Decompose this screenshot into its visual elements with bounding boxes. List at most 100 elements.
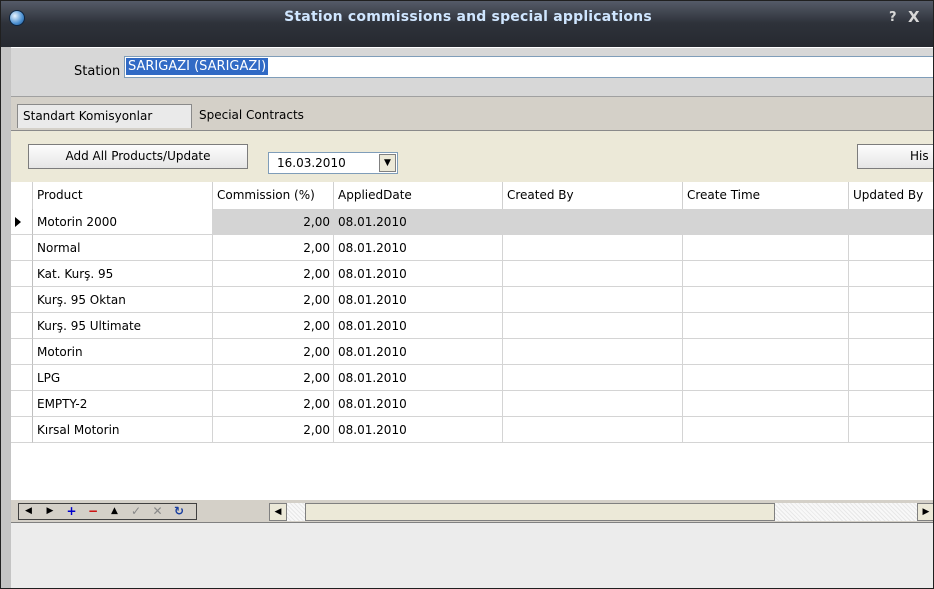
cell-create-time[interactable] — [683, 209, 849, 235]
cell-created-by[interactable] — [503, 313, 683, 339]
cell-commission[interactable]: 2,00 — [213, 313, 334, 339]
nav-post-icon[interactable]: ✓ — [129, 504, 144, 519]
col-header-updated-by[interactable]: Updated By — [849, 182, 933, 209]
table-row[interactable]: LPG 2,00 08.01.2010 — [11, 365, 933, 391]
col-header-commission[interactable]: Commission (%) — [213, 182, 334, 209]
cell-product[interactable]: Normal — [33, 235, 213, 261]
table-row[interactable]: Kurş. 95 Oktan 2,00 08.01.2010 — [11, 287, 933, 313]
station-input[interactable]: SARIGAZI (SARIGAZI) — [124, 56, 933, 78]
cell-create-time[interactable] — [683, 313, 849, 339]
cell-created-by[interactable] — [503, 209, 683, 235]
cell-created-by[interactable] — [503, 235, 683, 261]
add-all-products-button[interactable]: Add All Products/Update — [28, 144, 248, 169]
cell-product[interactable]: Kat. Kurş. 95 — [33, 261, 213, 287]
commission-grid[interactable]: Product Commission (%) AppliedDate Creat… — [11, 182, 933, 500]
cell-create-time[interactable] — [683, 287, 849, 313]
table-row[interactable]: Kırsal Motorin 2,00 08.01.2010 — [11, 417, 933, 443]
table-row[interactable]: Motorin 2,00 08.01.2010 — [11, 339, 933, 365]
cell-create-time[interactable] — [683, 391, 849, 417]
cell-created-by[interactable] — [503, 417, 683, 443]
cell-create-time[interactable] — [683, 261, 849, 287]
row-indicator[interactable] — [11, 365, 33, 391]
date-picker[interactable]: 16.03.2010 ▼ — [268, 152, 398, 174]
nav-insert-icon[interactable]: + — [64, 504, 79, 519]
cell-commission[interactable]: 2,00 — [213, 287, 334, 313]
cell-applied-date[interactable]: 08.01.2010 — [334, 261, 503, 287]
cell-commission[interactable]: 2,00 — [213, 417, 334, 443]
row-indicator[interactable] — [11, 391, 33, 417]
horizontal-scrollbar[interactable]: ◀ ▶ — [269, 503, 933, 521]
col-header-product[interactable]: Product — [33, 182, 213, 209]
nav-next-icon[interactable]: ▶ — [43, 504, 58, 519]
row-indicator[interactable] — [11, 261, 33, 287]
table-row[interactable]: Normal 2,00 08.01.2010 — [11, 235, 933, 261]
cell-updated-by[interactable] — [849, 313, 933, 339]
cell-applied-date[interactable]: 08.01.2010 — [334, 287, 503, 313]
row-indicator[interactable] — [11, 417, 33, 443]
nav-edit-icon[interactable]: ▲ — [107, 504, 122, 519]
cell-create-time[interactable] — [683, 235, 849, 261]
cell-applied-date[interactable]: 08.01.2010 — [334, 209, 503, 235]
row-indicator[interactable] — [11, 287, 33, 313]
tab-special-contracts[interactable]: Special Contracts — [194, 104, 309, 126]
cell-created-by[interactable] — [503, 287, 683, 313]
row-indicator[interactable] — [11, 313, 33, 339]
table-row[interactable]: Kat. Kurş. 95 2,00 08.01.2010 — [11, 261, 933, 287]
cell-product[interactable]: LPG — [33, 365, 213, 391]
cell-create-time[interactable] — [683, 365, 849, 391]
table-row[interactable]: EMPTY-2 2,00 08.01.2010 — [11, 391, 933, 417]
cell-updated-by[interactable] — [849, 365, 933, 391]
nav-delete-icon[interactable]: − — [86, 504, 101, 519]
close-button[interactable]: X — [908, 8, 920, 26]
cell-created-by[interactable] — [503, 391, 683, 417]
cell-applied-date[interactable]: 08.01.2010 — [334, 417, 503, 443]
cell-updated-by[interactable] — [849, 417, 933, 443]
table-row[interactable]: Kurş. 95 Ultimate 2,00 08.01.2010 — [11, 313, 933, 339]
scroll-left-icon[interactable]: ◀ — [269, 503, 287, 521]
col-header-applied-date[interactable]: AppliedDate — [334, 182, 503, 209]
nav-refresh-icon[interactable]: ↻ — [172, 504, 187, 519]
table-row[interactable]: Motorin 2000 2,00 08.01.2010 — [11, 209, 933, 235]
nav-prior-icon[interactable]: ◀ — [21, 504, 36, 519]
cell-product[interactable]: EMPTY-2 — [33, 391, 213, 417]
cell-commission[interactable]: 2,00 — [213, 261, 334, 287]
cell-updated-by[interactable] — [849, 391, 933, 417]
cell-applied-date[interactable]: 08.01.2010 — [334, 339, 503, 365]
cell-created-by[interactable] — [503, 339, 683, 365]
cell-product[interactable]: Motorin 2000 — [33, 209, 213, 235]
cell-applied-date[interactable]: 08.01.2010 — [334, 365, 503, 391]
cell-created-by[interactable] — [503, 365, 683, 391]
history-button[interactable]: His — [857, 144, 933, 169]
cell-create-time[interactable] — [683, 417, 849, 443]
cell-updated-by[interactable] — [849, 339, 933, 365]
cell-product[interactable]: Kurş. 95 Ultimate — [33, 313, 213, 339]
cell-commission[interactable]: 2,00 — [213, 391, 334, 417]
cell-product[interactable]: Kurş. 95 Oktan — [33, 287, 213, 313]
cell-product[interactable]: Kırsal Motorin — [33, 417, 213, 443]
cell-commission[interactable]: 2,00 — [213, 209, 334, 235]
scroll-right-icon[interactable]: ▶ — [917, 503, 933, 521]
cell-commission[interactable]: 2,00 — [213, 235, 334, 261]
row-indicator[interactable] — [11, 209, 33, 235]
cell-product[interactable]: Motorin — [33, 339, 213, 365]
col-header-created-by[interactable]: Created By — [503, 182, 683, 209]
cell-updated-by[interactable] — [849, 287, 933, 313]
cell-updated-by[interactable] — [849, 235, 933, 261]
tab-standart-komisyonlar[interactable]: Standart Komisyonlar — [17, 104, 192, 128]
cell-applied-date[interactable]: 08.01.2010 — [334, 391, 503, 417]
help-button[interactable]: ? — [889, 10, 897, 25]
cell-created-by[interactable] — [503, 261, 683, 287]
dropdown-arrow-icon[interactable]: ▼ — [379, 154, 396, 172]
row-indicator[interactable] — [11, 235, 33, 261]
title-bar[interactable]: Station commissions and special applicat… — [1, 1, 933, 47]
row-indicator[interactable] — [11, 339, 33, 365]
cell-applied-date[interactable]: 08.01.2010 — [334, 235, 503, 261]
cell-create-time[interactable] — [683, 339, 849, 365]
cell-updated-by[interactable] — [849, 261, 933, 287]
cell-commission[interactable]: 2,00 — [213, 339, 334, 365]
cell-commission[interactable]: 2,00 — [213, 365, 334, 391]
cell-updated-by[interactable] — [849, 209, 933, 235]
nav-cancel-icon[interactable]: ✕ — [150, 504, 165, 519]
scroll-thumb[interactable] — [305, 503, 775, 521]
cell-applied-date[interactable]: 08.01.2010 — [334, 313, 503, 339]
